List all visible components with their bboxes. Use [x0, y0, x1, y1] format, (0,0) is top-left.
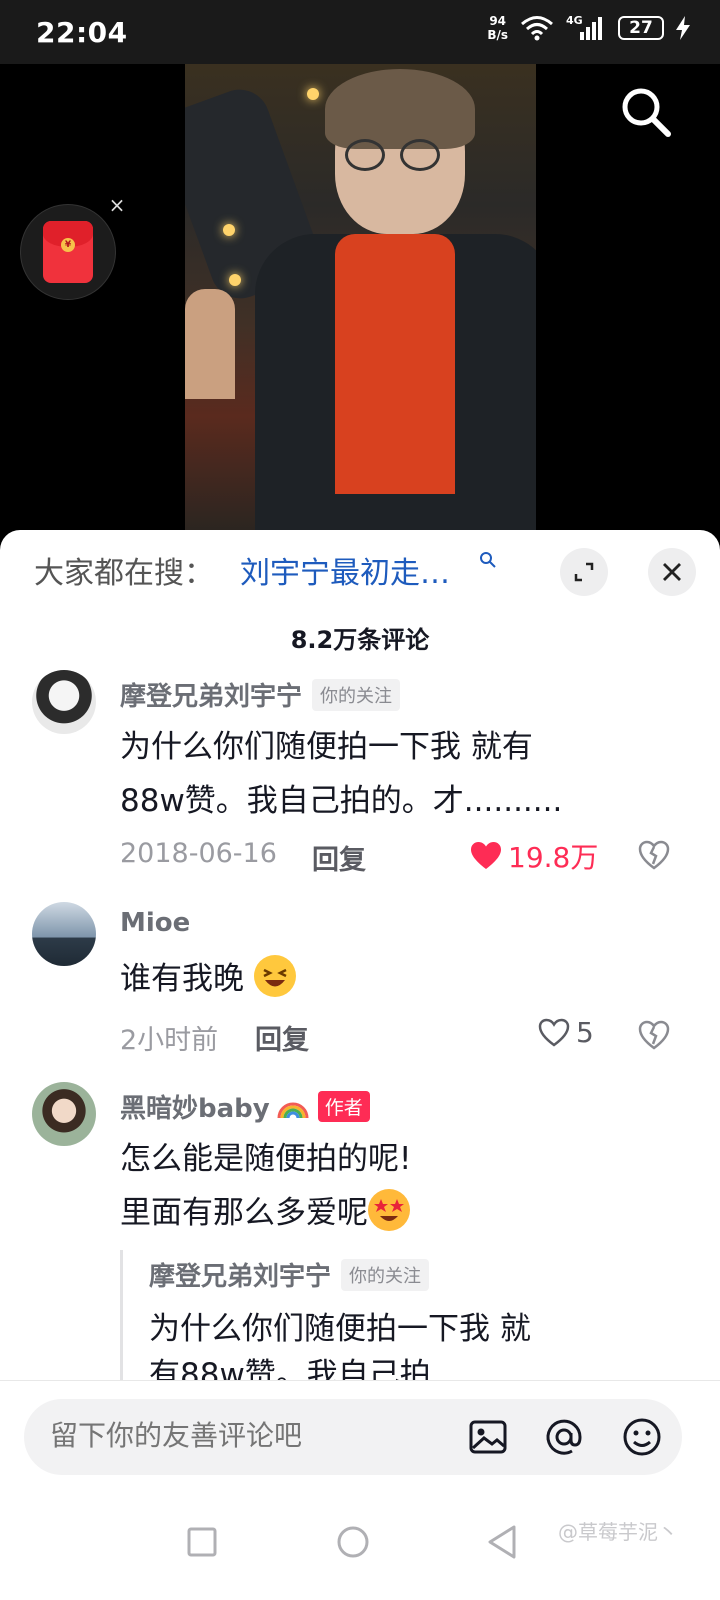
- dislike-icon[interactable]: [637, 838, 671, 872]
- search-icon[interactable]: [616, 82, 676, 142]
- comment-time: 2小时前: [120, 1025, 219, 1056]
- search-small-icon[interactable]: [478, 550, 498, 570]
- comment-author[interactable]: 摩登兄弟刘宇宁 你的关注: [120, 676, 401, 713]
- following-tag: 你的关注: [341, 1259, 430, 1291]
- comment-input[interactable]: [50, 1419, 450, 1452]
- comment-time: 2018-06-16: [120, 838, 277, 869]
- like-count: 19.8万: [508, 841, 599, 874]
- comment-text[interactable]: 谁有我晚: [120, 952, 680, 1006]
- video-frame[interactable]: [185, 64, 536, 534]
- trending-search-link[interactable]: 刘宇宁最初走…: [240, 548, 450, 592]
- comment-text[interactable]: 为什么你们随便拍一下我 就有 88w赞。我自己拍的。才..........: [120, 720, 680, 828]
- red-packet-button[interactable]: ¥: [20, 204, 116, 300]
- trending-search-label: 大家都在搜：: [34, 556, 214, 591]
- reply-button[interactable]: 回复: [255, 1018, 309, 1057]
- following-tag: 你的关注: [312, 679, 401, 711]
- close-icon: [663, 563, 681, 581]
- avatar[interactable]: [32, 1082, 96, 1146]
- close-button[interactable]: [648, 548, 696, 596]
- like-button[interactable]: 5: [538, 1016, 594, 1049]
- comment-input-box[interactable]: [24, 1399, 682, 1475]
- status-bar: 22:04 94 B/s 4G 27: [0, 0, 720, 64]
- comment-text[interactable]: 怎么能是随便拍的呢! 里面有那么多爱呢: [120, 1132, 680, 1240]
- comment-author[interactable]: 黑暗妙baby 作者: [120, 1088, 370, 1125]
- author-badge: 作者: [317, 1091, 370, 1122]
- status-icons: 94 B/s 4G 27: [487, 14, 690, 42]
- comment-author[interactable]: Mioe: [120, 908, 190, 938]
- emoji-icon[interactable]: [618, 1413, 666, 1461]
- red-packet-icon: ¥: [43, 221, 93, 283]
- avatar[interactable]: [32, 902, 96, 966]
- comment-count: 8.2万条评论: [290, 626, 430, 654]
- cellular-signal-icon: 4G: [566, 14, 606, 42]
- reply-button[interactable]: 回复: [312, 838, 366, 877]
- like-button[interactable]: 19.8万: [470, 836, 598, 876]
- video-player[interactable]: ¥ ×: [0, 64, 720, 534]
- quoted-author: 摩登兄弟刘宇宁 你的关注: [149, 1256, 430, 1293]
- expand-button[interactable]: [560, 548, 608, 596]
- heart-filled-icon: [471, 842, 501, 869]
- dislike-icon[interactable]: [637, 1018, 671, 1052]
- charging-icon: [676, 16, 690, 40]
- rainbow-icon: [277, 1102, 309, 1119]
- battery-indicator: 27: [618, 16, 664, 40]
- expand-icon: [574, 562, 594, 582]
- mention-icon[interactable]: [540, 1413, 588, 1461]
- system-nav-bar: [0, 1490, 720, 1600]
- like-count: 5: [576, 1016, 594, 1049]
- star-eyes-emoji-icon: [368, 1189, 410, 1231]
- red-packet-close-icon[interactable]: ×: [106, 194, 128, 216]
- laughing-emoji-icon: [253, 955, 296, 997]
- heart-outline-icon: [538, 1018, 570, 1047]
- comment-input-bar: [0, 1380, 720, 1490]
- home-icon[interactable]: [323, 1512, 383, 1572]
- status-time: 22:04: [36, 16, 128, 49]
- watermark: @草莓芋泥丶: [558, 1520, 678, 1544]
- recent-apps-icon[interactable]: [172, 1512, 232, 1572]
- wifi-icon: [521, 16, 553, 41]
- back-icon[interactable]: [472, 1512, 532, 1572]
- image-icon[interactable]: [464, 1413, 512, 1461]
- sheet-header: 大家都在搜： 刘宇宁最初走…: [0, 530, 720, 610]
- network-speed: 94 B/s: [487, 14, 508, 42]
- avatar[interactable]: [32, 670, 96, 734]
